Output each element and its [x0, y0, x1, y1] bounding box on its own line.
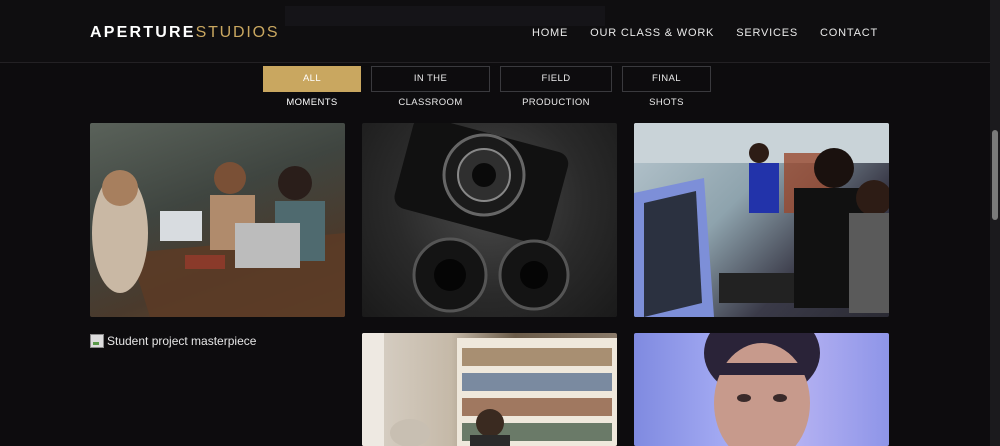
gallery-image-broken[interactable]: Student project masterpiece	[90, 334, 256, 348]
site-header: APERTURESTUDIOS HOME OUR CLASS & WORK SE…	[0, 0, 990, 63]
brand-name-light: STUDIOS	[195, 24, 280, 41]
brand-name-bold: APERTURE	[90, 24, 196, 41]
nav-home[interactable]: HOME	[532, 27, 568, 39]
nav-services[interactable]: SERVICES	[736, 27, 798, 39]
filter-field-production[interactable]: FIELD PRODUCTION	[500, 66, 612, 108]
nav-our-class-work[interactable]: OUR CLASS & WORK	[590, 27, 714, 39]
broken-image-alt: Student project masterpiece	[107, 334, 257, 348]
brand-logo[interactable]: APERTURESTUDIOS	[90, 24, 279, 42]
gallery-image-students-table[interactable]	[90, 123, 345, 317]
header-backdrop-text	[285, 6, 605, 26]
nav-contact[interactable]: CONTACT	[820, 27, 878, 39]
main-nav: HOME OUR CLASS & WORK SERVICES CONTACT	[532, 27, 878, 39]
page-scrollbar[interactable]	[990, 0, 1000, 446]
gallery-image-library[interactable]	[362, 333, 617, 446]
students-table-illustration	[92, 162, 345, 317]
filter-all-moments[interactable]: ALL MOMENTS	[263, 66, 361, 108]
library-illustration	[362, 333, 617, 446]
gallery-image-coding-team[interactable]	[634, 123, 889, 317]
scrollbar-thumb[interactable]	[992, 130, 998, 220]
gallery-image-portrait[interactable]	[634, 333, 889, 446]
camera-lenses-illustration	[394, 123, 570, 313]
gallery-image-camera-lenses[interactable]	[362, 123, 617, 317]
portrait-illustration	[704, 333, 820, 446]
gallery-filters: ALL MOMENTS IN THE CLASSROOM FIELD PRODU…	[263, 66, 711, 108]
broken-image-icon	[90, 334, 104, 348]
filter-in-the-classroom[interactable]: IN THE CLASSROOM	[371, 66, 490, 108]
coding-team-illustration	[634, 123, 889, 317]
filter-final-shots[interactable]: FINAL SHOTS	[622, 66, 711, 108]
